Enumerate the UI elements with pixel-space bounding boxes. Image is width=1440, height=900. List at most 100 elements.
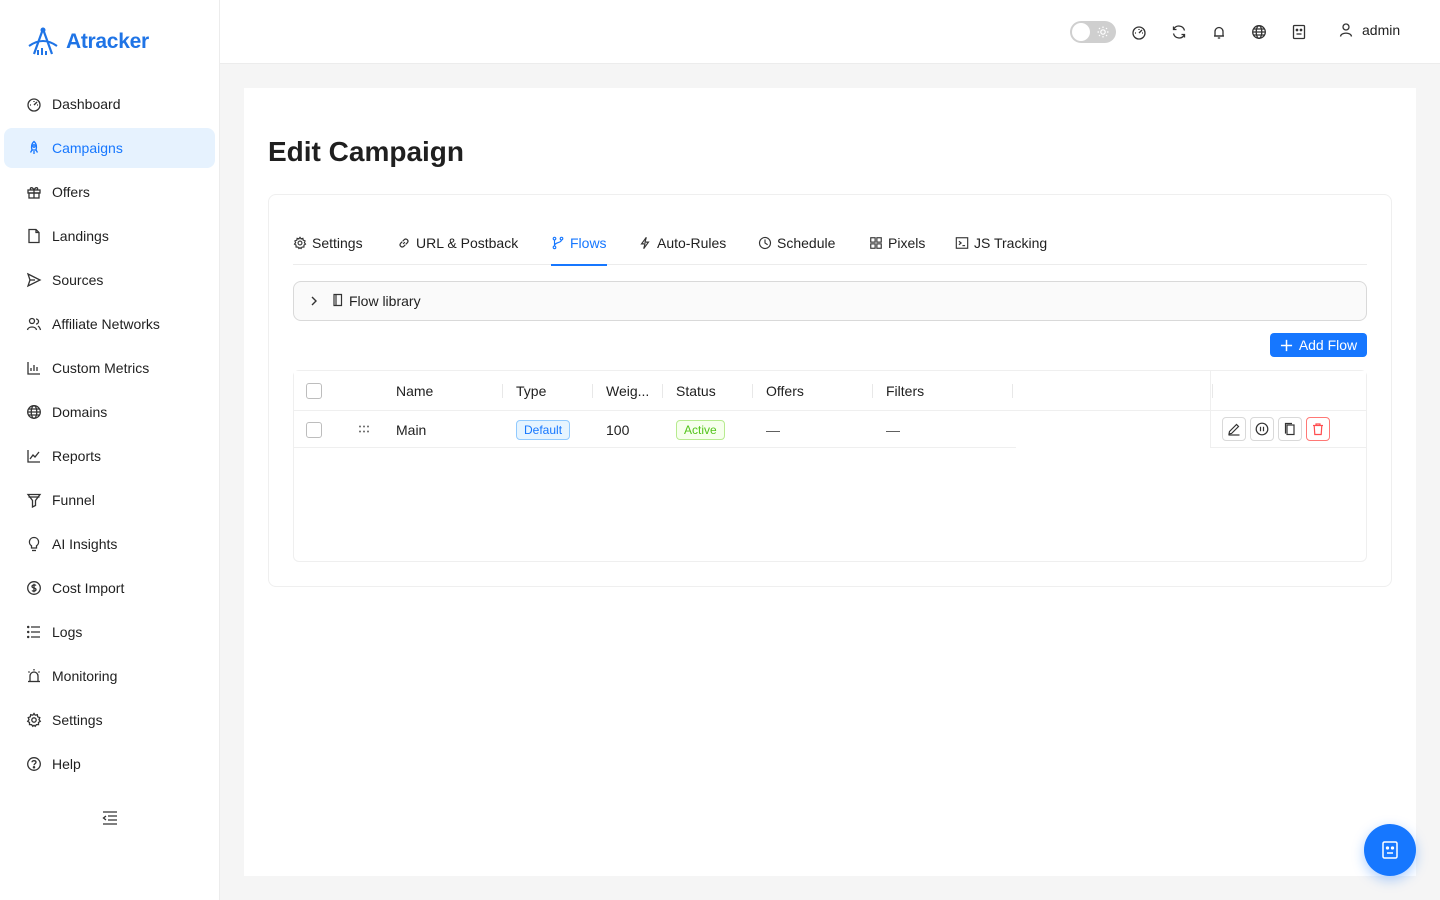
plus-icon	[1280, 339, 1292, 351]
tab-auto-rules[interactable]: Auto-Rules	[638, 221, 726, 265]
column-header-weight[interactable]: Weig...	[606, 371, 649, 411]
theme-toggle[interactable]	[1070, 21, 1116, 43]
sidebar-item-label: Logs	[52, 624, 83, 640]
link-icon	[399, 238, 409, 248]
sidebar-item-label: Affiliate Networks	[52, 316, 160, 332]
dashboard-icon	[27, 98, 41, 112]
flow-name: Main	[396, 422, 427, 438]
sidebar-item-affiliate-networks[interactable]: Affiliate Networks	[4, 304, 215, 344]
edit-button[interactable]	[1222, 417, 1246, 441]
clock-icon	[758, 236, 772, 250]
sidebar-item-reports[interactable]: Reports	[4, 436, 215, 476]
select-all-checkbox[interactable]	[306, 383, 322, 399]
user-menu[interactable]: admin	[1338, 22, 1400, 38]
column-header-type[interactable]: Type	[516, 371, 546, 411]
tab-bar: Settings URL & Postback Flows Auto-Rules…	[293, 221, 1367, 266]
robot-icon	[1382, 841, 1398, 859]
row-divider	[294, 447, 1016, 448]
column-separator	[502, 384, 503, 398]
tab-url-postback[interactable]: URL & Postback	[397, 221, 518, 265]
flow-weight: 100	[606, 422, 630, 438]
sidebar-item-label: Campaigns	[52, 140, 123, 156]
sidebar-item-offers[interactable]: Offers	[4, 172, 215, 212]
tab-schedule[interactable]: Schedule	[758, 221, 835, 265]
sidebar-item-monitoring[interactable]: Monitoring	[4, 656, 215, 696]
gear-icon	[293, 236, 307, 250]
sidebar-item-domains[interactable]: Domains	[4, 392, 215, 432]
sidebar-item-sources[interactable]: Sources	[4, 260, 215, 300]
robot-icon[interactable]	[1291, 24, 1307, 40]
sidebar-item-label: Offers	[52, 184, 90, 200]
column-separator	[662, 384, 663, 398]
sync-icon[interactable]	[1171, 24, 1187, 40]
top-header: admin	[220, 0, 1440, 64]
tab-label: Flows	[570, 235, 607, 251]
logo[interactable]: Atracker	[26, 26, 149, 58]
flow-library-panel[interactable]: Flow library	[293, 281, 1367, 321]
row-checkbox[interactable]	[306, 422, 322, 438]
sidebar-item-settings[interactable]: Settings	[4, 700, 215, 740]
sidebar-item-dashboard[interactable]: Dashboard	[4, 84, 215, 124]
column-separator	[872, 384, 873, 398]
column-header-name[interactable]: Name	[396, 371, 433, 411]
table-row: Main Default 100 Active — —	[294, 412, 1366, 448]
sidebar-item-funnel[interactable]: Funnel	[4, 480, 215, 520]
globe-icon[interactable]	[1251, 24, 1267, 40]
column-header-filters[interactable]: Filters	[886, 371, 924, 411]
column-header-status[interactable]: Status	[676, 371, 716, 411]
delete-button[interactable]	[1306, 417, 1330, 441]
line-chart-icon	[27, 450, 40, 463]
tab-js-tracking[interactable]: JS Tracking	[955, 221, 1047, 265]
sidebar-item-ai-insights[interactable]: AI Insights	[4, 524, 215, 564]
column-separator	[1212, 384, 1213, 398]
atracker-logo-icon	[28, 27, 58, 55]
sidebar-item-help[interactable]: Help	[4, 744, 215, 784]
sidebar: Atracker Dashboard Campaigns Offers Land…	[0, 0, 220, 900]
sidebar-item-landings[interactable]: Landings	[4, 216, 215, 256]
globe-icon	[27, 405, 41, 419]
menu-fold-icon[interactable]	[101, 810, 119, 826]
pause-button[interactable]	[1250, 417, 1274, 441]
copy-button[interactable]	[1278, 417, 1302, 441]
file-icon	[28, 228, 40, 244]
column-separator	[752, 384, 753, 398]
sidebar-item-label: Dashboard	[52, 96, 121, 112]
funnel-icon	[26, 493, 42, 508]
sidebar-item-label: Help	[52, 756, 81, 772]
tab-label: Auto-Rules	[657, 235, 727, 251]
tab-label: URL & Postback	[416, 235, 519, 251]
toggle-knob	[1072, 23, 1090, 41]
tab-flows[interactable]: Flows	[551, 221, 607, 266]
sun-icon	[1097, 26, 1109, 38]
flow-type-cell: Default	[516, 412, 571, 448]
sidebar-item-custom-metrics[interactable]: Custom Metrics	[4, 348, 215, 388]
users-icon	[26, 317, 42, 331]
sidebar-item-label: Sources	[52, 272, 104, 288]
sidebar-item-campaigns[interactable]: Campaigns	[4, 128, 215, 168]
bell-icon[interactable]	[1211, 24, 1227, 40]
grid-icon	[870, 237, 882, 249]
add-flow-button[interactable]: Add Flow	[1270, 333, 1367, 357]
app-name: Atracker	[66, 30, 149, 53]
sidebar-item-label: Custom Metrics	[52, 360, 150, 376]
sidebar-item-label: Cost Import	[52, 580, 125, 596]
rocket-icon	[29, 140, 39, 154]
tab-label: JS Tracking	[974, 235, 1048, 251]
tab-pixels[interactable]: Pixels	[869, 221, 925, 265]
flow-filters: —	[886, 422, 900, 438]
flow-status-cell: Active	[676, 412, 725, 448]
sidebar-item-label: Funnel	[52, 492, 95, 508]
sidebar-item-label: Monitoring	[52, 668, 118, 684]
drag-handle-icon[interactable]	[358, 424, 370, 434]
column-header-offers[interactable]: Offers	[766, 371, 804, 411]
dashboard-icon[interactable]	[1131, 24, 1147, 40]
sidebar-item-cost-import[interactable]: Cost Import	[4, 568, 215, 608]
sidebar-item-label: Settings	[52, 712, 103, 728]
sidebar-item-logs[interactable]: Logs	[4, 612, 215, 652]
ai-assistant-button[interactable]	[1364, 824, 1416, 876]
tab-settings[interactable]: Settings	[293, 221, 363, 265]
tab-label: Settings	[312, 235, 363, 251]
bulb-icon	[28, 536, 40, 552]
page-title: Edit Campaign	[268, 136, 465, 167]
chevron-right-icon	[311, 296, 317, 306]
